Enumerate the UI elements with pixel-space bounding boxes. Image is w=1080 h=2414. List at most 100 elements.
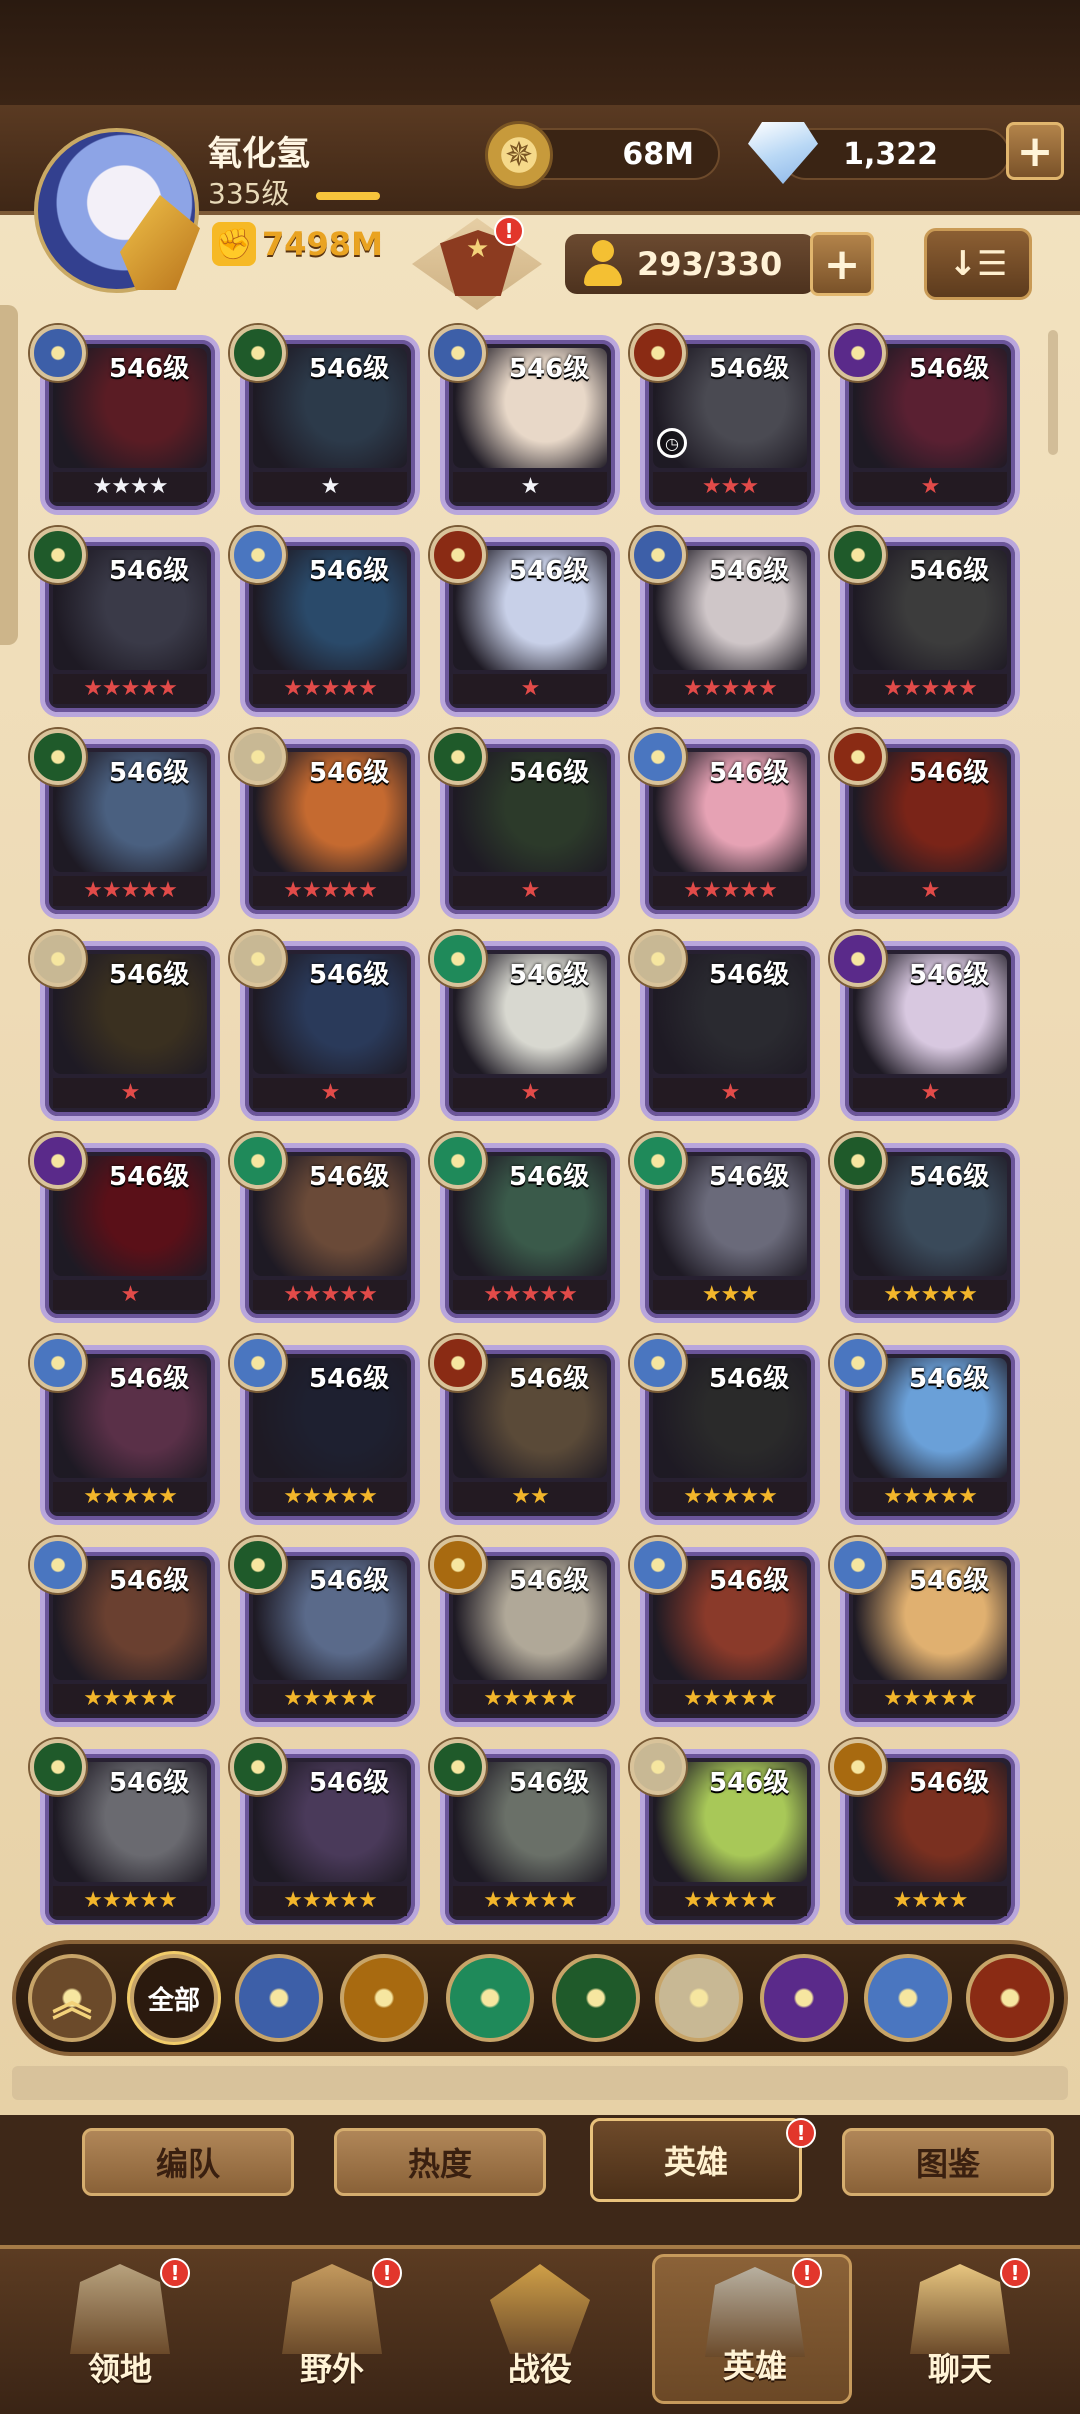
filter-dimensional-icon[interactable] xyxy=(655,1954,743,2042)
hero-stars: ★★★★★ xyxy=(853,1280,1007,1310)
nav-campaign[interactable]: 战役 xyxy=(440,2254,640,2404)
hero-level: 546级 xyxy=(509,354,590,384)
hero-level: 546级 xyxy=(509,556,590,586)
hero-stars: ★ xyxy=(853,876,1007,906)
faction-celestial-icon xyxy=(30,325,86,381)
faction-hypogean-icon xyxy=(30,1133,86,1189)
faction-mauler-icon xyxy=(230,1133,286,1189)
tab-heroes[interactable]: 英雄 xyxy=(590,2118,802,2202)
expand-roster-button[interactable]: + xyxy=(810,232,874,296)
hero-stars: ★★★★★ xyxy=(653,1684,807,1714)
hero-level: 546级 xyxy=(909,1162,990,1192)
tab-formation[interactable]: 编队 xyxy=(82,2128,294,2196)
nav-label: 英雄 xyxy=(722,2347,787,2385)
status-strip xyxy=(0,0,1080,105)
faction-hypogean-icon xyxy=(830,931,886,987)
nav-territory[interactable]: 领地 xyxy=(20,2254,220,2404)
faction-wilder-icon xyxy=(230,325,286,381)
faction-dimensional-icon xyxy=(230,931,286,987)
hero-stars: ★★★★★ xyxy=(653,1886,807,1916)
hero-list-scrollbar[interactable] xyxy=(1048,330,1058,455)
nav-notification-icon: ! xyxy=(792,2258,822,2288)
clock-icon: ◷ xyxy=(657,428,687,458)
hero-stars: ★★★★★ xyxy=(253,1886,407,1916)
filter-hypogean-icon[interactable] xyxy=(760,1954,848,2042)
hero-stars: ★★★★★ xyxy=(653,674,807,704)
faction-celestial-icon xyxy=(430,325,486,381)
hero-stars: ★★★ xyxy=(653,1280,807,1310)
hero-stars: ★★★★★ xyxy=(53,876,207,906)
hero-stars: ★ xyxy=(453,876,607,906)
tab-collection[interactable]: 图鉴 xyxy=(842,2128,1054,2196)
hero-level: 546级 xyxy=(509,758,590,788)
faction-wilder-icon xyxy=(230,1537,286,1593)
nav-heroes[interactable]: 英雄 xyxy=(652,2254,852,2404)
hero-level: 546级 xyxy=(309,1162,390,1192)
hero-stars: ★ xyxy=(653,1078,807,1108)
person-icon xyxy=(580,240,624,288)
hero-stars: ★★★★★ xyxy=(653,876,807,906)
nav-notification-icon: ! xyxy=(372,2258,402,2288)
faction-dimensional-icon xyxy=(230,729,286,785)
hero-level: 546级 xyxy=(109,1364,190,1394)
filter-collapse-icon[interactable]: ︽ xyxy=(28,1954,116,2042)
faction-graveborn-icon xyxy=(830,729,886,785)
player-name: 氧化氢 xyxy=(208,134,310,174)
hero-stars: ★ xyxy=(853,1078,1007,1108)
faction-graveborn-gold-icon xyxy=(430,1537,486,1593)
hero-level: 546级 xyxy=(509,1364,590,1394)
sort-button[interactable]: ↓☰ xyxy=(924,228,1032,300)
hero-level: 546级 xyxy=(909,758,990,788)
hero-stars: ★ xyxy=(453,1078,607,1108)
hero-level: 546级 xyxy=(709,1768,790,1798)
hero-grid: 546级 ★★★★ 546级 ★ 546级 ★ 546级 ★★★ ◷ 546级 ★ 546级 ★★★★★… xyxy=(40,335,1040,1925)
filter-lightbearer-icon[interactable] xyxy=(864,1954,952,2042)
faction-mauler-icon xyxy=(630,1133,686,1189)
filter-graveborn-icon[interactable] xyxy=(966,1954,1054,2042)
hero-stars: ★ xyxy=(453,472,607,502)
hero-level: 546级 xyxy=(309,1768,390,1798)
player-level: 335级 xyxy=(208,177,290,210)
rank-badge-notification-icon: ! xyxy=(494,216,524,246)
hero-stars: ★★★★★ xyxy=(453,1886,607,1916)
faction-lightbearer-icon xyxy=(630,1537,686,1593)
nav-label: 领地 xyxy=(87,2350,152,2388)
xp-bar xyxy=(316,192,380,200)
faction-wilder-icon xyxy=(30,729,86,785)
hero-level: 546级 xyxy=(509,1566,590,1596)
hero-stars: ★★★ xyxy=(653,472,807,502)
xp-bar-fill xyxy=(316,192,380,200)
nav-field[interactable]: 野外 xyxy=(232,2254,432,2404)
filter-all-button[interactable]: 全部 xyxy=(130,1954,218,2042)
hero-level: 546级 xyxy=(309,1566,390,1596)
map-scroll-icon xyxy=(282,2264,382,2354)
add-diamonds-button[interactable]: + xyxy=(1006,122,1064,180)
hero-level: 546级 xyxy=(309,960,390,990)
castle-icon xyxy=(70,2264,170,2354)
filter-graveborn-gold-icon[interactable] xyxy=(340,1954,428,2042)
faction-graveborn-icon xyxy=(430,527,486,583)
faction-lightbearer-icon xyxy=(30,1537,86,1593)
faction-wilder-icon xyxy=(230,1739,286,1795)
tab-popularity[interactable]: 热度 xyxy=(334,2128,546,2196)
hero-level: 546级 xyxy=(109,1566,190,1596)
filter-celestial-icon[interactable] xyxy=(235,1954,323,2042)
hero-level: 546级 xyxy=(909,354,990,384)
nav-notification-icon: ! xyxy=(1000,2258,1030,2288)
filter-wilder-icon[interactable] xyxy=(552,1954,640,2042)
faction-dimensional-icon xyxy=(630,931,686,987)
hero-stars: ★ xyxy=(853,472,1007,502)
faction-mauler-icon xyxy=(430,931,486,987)
hero-stars: ★ xyxy=(253,1078,407,1108)
hero-level: 546级 xyxy=(109,556,190,586)
hero-stars: ★★★★★ xyxy=(53,1482,207,1512)
filter-mauler-icon[interactable] xyxy=(446,1954,534,2042)
hero-level: 546级 xyxy=(109,1162,190,1192)
hero-stars: ★★★★★ xyxy=(253,674,407,704)
faction-lightbearer-icon xyxy=(630,1335,686,1391)
nav-chat[interactable]: 聊天 xyxy=(860,2254,1060,2404)
sort-icon: ↓☰ xyxy=(948,244,1008,284)
faction-wilder-icon xyxy=(30,527,86,583)
side-drawer-handle[interactable] xyxy=(0,305,18,645)
diamond-counter: 1,322 xyxy=(780,128,1010,180)
